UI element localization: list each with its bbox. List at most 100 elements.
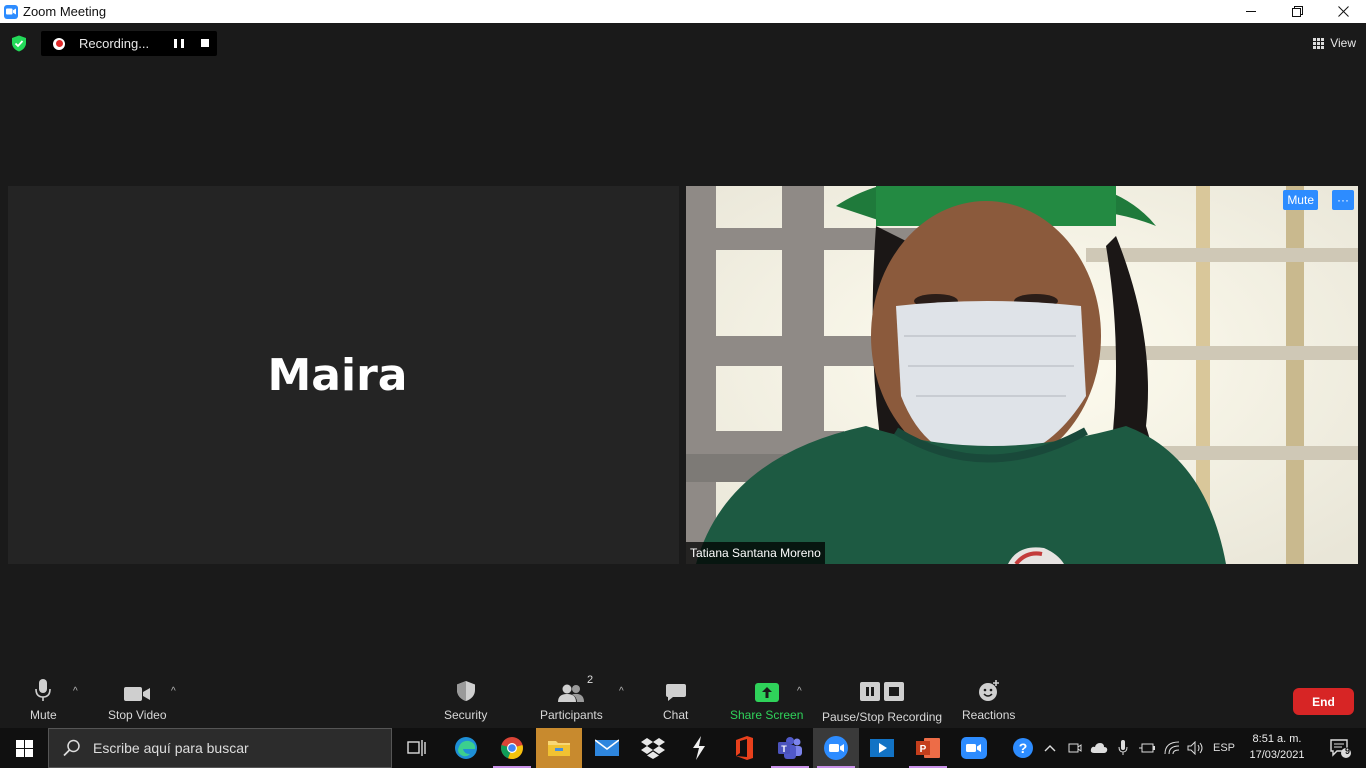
mute-label: Mute bbox=[30, 708, 57, 722]
taskbar-powerpoint[interactable]: P bbox=[905, 728, 951, 768]
security-shield-icon bbox=[456, 681, 475, 701]
task-view-button[interactable] bbox=[394, 728, 440, 768]
taskbar-dropbox[interactable] bbox=[630, 728, 676, 768]
stop-recording-icon[interactable] bbox=[201, 39, 209, 47]
svg-text:?: ? bbox=[1019, 740, 1028, 756]
share-screen-arrow-icon bbox=[754, 683, 779, 702]
video-options-chevron-icon[interactable]: ^ bbox=[171, 686, 176, 697]
participant-name-label: Tatiana Santana Moreno bbox=[686, 542, 825, 564]
participant-tile-video[interactable]: Mute ··· Tatiana Santana Moreno bbox=[686, 186, 1358, 564]
taskbar-video-editor[interactable] bbox=[859, 728, 905, 768]
video-editor-icon bbox=[870, 739, 894, 757]
video-camera-icon bbox=[124, 687, 151, 701]
participants-button[interactable]: 2 Participants bbox=[540, 674, 603, 722]
taskbar-chrome[interactable] bbox=[489, 728, 535, 768]
recording-status: Recording... bbox=[79, 36, 150, 51]
start-button[interactable] bbox=[0, 728, 48, 768]
meeting-toolbar: Mute ^ Stop Video ^ Security 2 Participa… bbox=[0, 668, 1366, 728]
chat-bubble-icon bbox=[665, 684, 686, 701]
lightning-app-icon bbox=[693, 736, 705, 760]
help-question-icon: ? bbox=[1013, 738, 1033, 758]
participants-icon bbox=[558, 684, 585, 702]
restore-icon bbox=[1291, 6, 1303, 17]
zoom-icon bbox=[824, 736, 848, 760]
taskbar-teams[interactable]: T bbox=[767, 728, 813, 768]
share-options-chevron-icon[interactable]: ^ bbox=[797, 686, 802, 697]
participant-more-button[interactable]: ··· bbox=[1332, 190, 1354, 210]
svg-text:T: T bbox=[781, 744, 787, 754]
meeting-area: Recording... View Maira Mute ··· Tatiana… bbox=[0, 23, 1366, 728]
view-button[interactable]: View bbox=[1313, 33, 1356, 53]
wifi-icon bbox=[1164, 741, 1180, 755]
show-hidden-icons-button[interactable] bbox=[1040, 728, 1060, 768]
chat-button[interactable]: Chat bbox=[663, 678, 688, 722]
chevron-up-icon bbox=[1044, 745, 1056, 752]
battery-icon bbox=[1139, 743, 1155, 753]
clock-time: 8:51 a. m. bbox=[1252, 733, 1302, 745]
pause-stop-recording-label: Pause/Stop Recording bbox=[822, 710, 943, 724]
share-screen-button[interactable]: Share Screen bbox=[730, 678, 803, 722]
participant-name: Maira bbox=[267, 349, 408, 401]
taskbar-edge[interactable] bbox=[443, 728, 489, 768]
mute-button[interactable]: Mute bbox=[30, 678, 57, 722]
pause-recording-icon[interactable] bbox=[174, 39, 184, 48]
wifi-tray[interactable] bbox=[1161, 728, 1183, 768]
file-explorer-folder-icon bbox=[548, 741, 570, 756]
security-button[interactable]: Security bbox=[444, 678, 487, 722]
taskbar-office[interactable] bbox=[721, 728, 767, 768]
meet-now-tray[interactable] bbox=[1065, 728, 1085, 768]
input-language-indicator[interactable]: ESP bbox=[1210, 728, 1238, 768]
stop-video-label: Stop Video bbox=[108, 708, 167, 722]
taskbar-clock[interactable]: 8:51 a. m. 17/03/2021 bbox=[1240, 731, 1314, 763]
camera-tray-icon bbox=[1068, 743, 1082, 753]
end-meeting-button[interactable]: End bbox=[1293, 688, 1354, 715]
participant-mute-button[interactable]: Mute bbox=[1283, 190, 1318, 210]
close-button[interactable] bbox=[1320, 0, 1366, 23]
participant-tile-maira[interactable]: Maira bbox=[8, 186, 679, 564]
taskbar-file-explorer[interactable] bbox=[536, 728, 582, 768]
title-bar: Zoom Meeting bbox=[0, 0, 1366, 23]
window-title: Zoom Meeting bbox=[23, 4, 107, 19]
view-label: View bbox=[1330, 36, 1356, 50]
share-screen-label: Share Screen bbox=[730, 708, 804, 722]
teams-icon: T bbox=[778, 737, 802, 759]
recording-indicator: Recording... bbox=[41, 31, 217, 56]
microphone-tray[interactable] bbox=[1113, 728, 1133, 768]
notification-count: 9 bbox=[1345, 746, 1351, 756]
zoom-app-icon bbox=[4, 4, 18, 19]
taskbar-mail[interactable] bbox=[584, 728, 630, 768]
taskbar-zoom-meeting[interactable] bbox=[813, 728, 859, 768]
mail-envelope-icon bbox=[595, 739, 619, 756]
taskbar-app-lightning[interactable] bbox=[676, 728, 722, 768]
onedrive-tray[interactable] bbox=[1088, 728, 1110, 768]
participants-options-chevron-icon[interactable]: ^ bbox=[619, 686, 624, 697]
restore-button[interactable] bbox=[1274, 0, 1320, 23]
minimize-button[interactable] bbox=[1228, 0, 1274, 23]
taskbar-zoom[interactable] bbox=[951, 728, 997, 768]
minimize-icon bbox=[1245, 11, 1256, 12]
volume-tray[interactable] bbox=[1185, 728, 1207, 768]
taskbar-search-box[interactable]: Escribe aquí para buscar bbox=[48, 728, 392, 768]
edge-browser-icon bbox=[455, 737, 477, 759]
pause-stop-recording-button[interactable]: Pause/Stop Recording bbox=[822, 678, 942, 724]
windows-taskbar: Escribe aquí para buscar T P ? ESP 8:51 … bbox=[0, 728, 1366, 768]
windows-logo-icon bbox=[15, 739, 33, 757]
reactions-label: Reactions bbox=[962, 708, 1016, 722]
battery-tray[interactable] bbox=[1137, 728, 1157, 768]
help-tray-button[interactable]: ? bbox=[1010, 728, 1036, 768]
participants-count: 2 bbox=[587, 674, 594, 686]
chat-label: Chat bbox=[663, 708, 689, 722]
clock-date: 17/03/2021 bbox=[1249, 749, 1305, 761]
microphone-tray-icon bbox=[1118, 740, 1128, 755]
participant-video-feed bbox=[686, 186, 1358, 564]
audio-options-chevron-icon[interactable]: ^ bbox=[73, 686, 78, 697]
office-icon bbox=[736, 736, 753, 760]
participants-label: Participants bbox=[540, 708, 603, 722]
encryption-shield-icon[interactable] bbox=[11, 35, 27, 52]
task-view-icon bbox=[407, 740, 426, 756]
stop-video-button[interactable]: Stop Video bbox=[108, 678, 167, 722]
action-center-button[interactable]: 9 bbox=[1320, 728, 1360, 768]
reactions-button[interactable]: Reactions bbox=[962, 678, 1015, 722]
close-icon bbox=[1337, 6, 1349, 17]
search-placeholder: Escribe aquí para buscar bbox=[93, 740, 249, 756]
